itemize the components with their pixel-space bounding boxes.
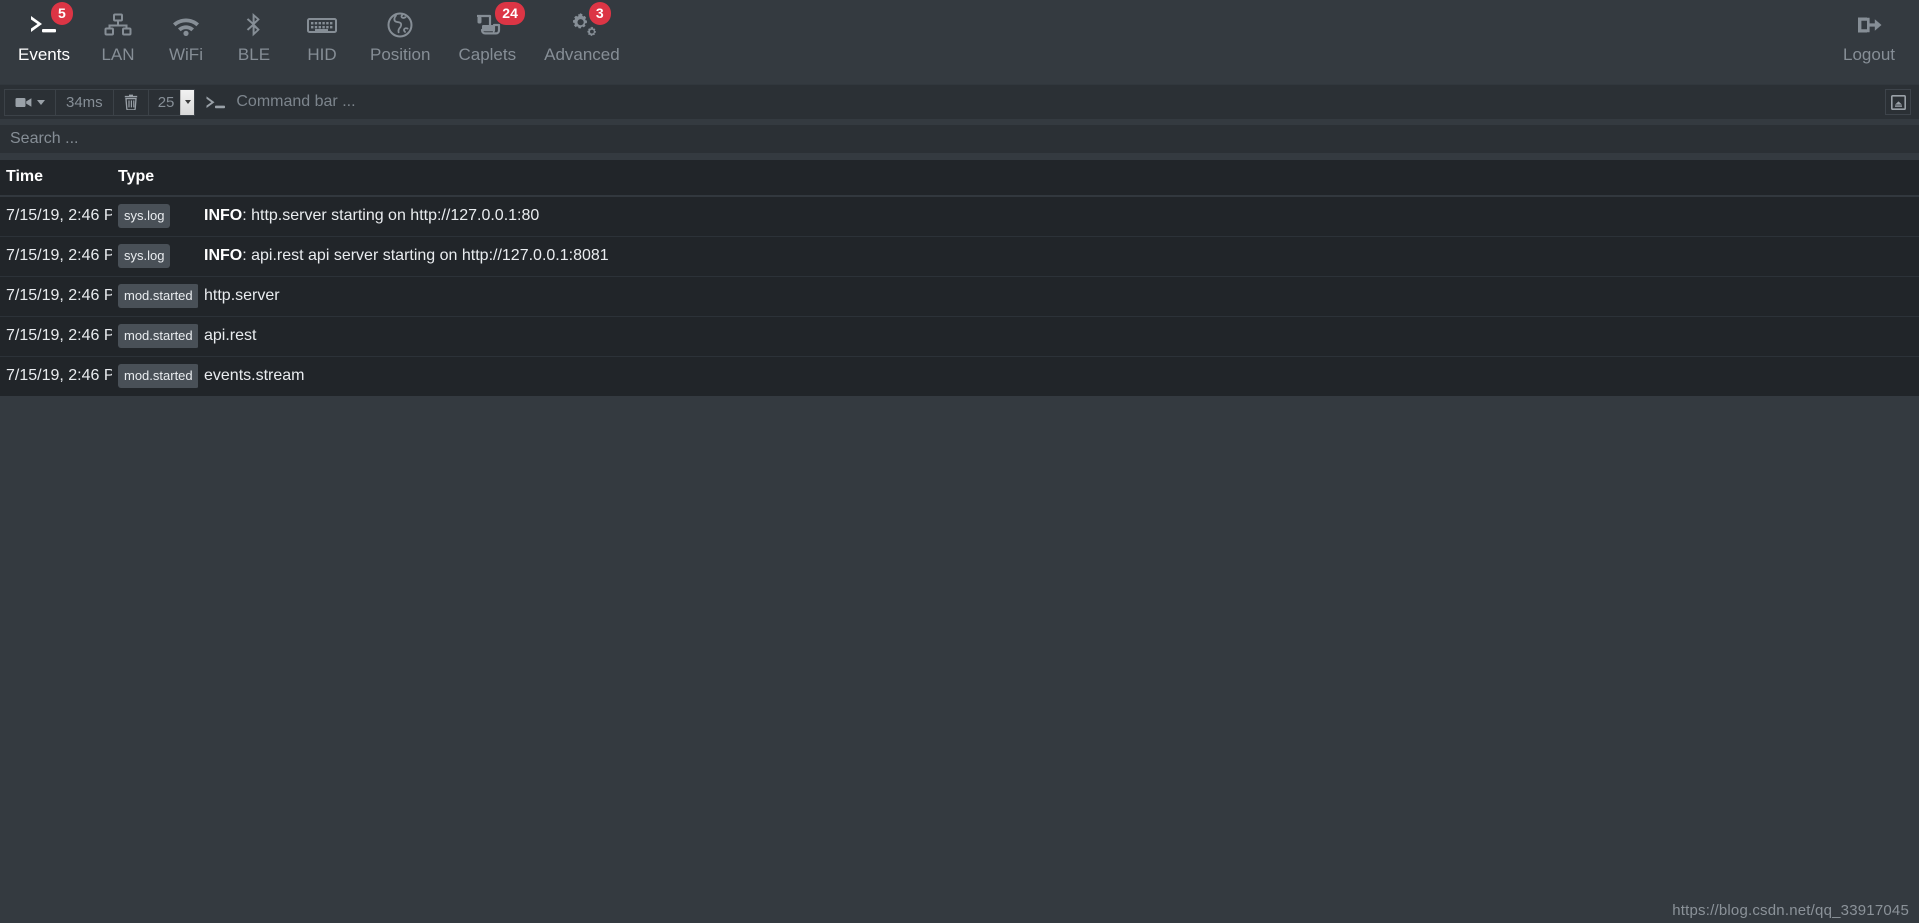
log-separator: : [242, 207, 252, 224]
nav-label-caplets: Caplets [458, 45, 517, 64]
table-row[interactable]: 7/15/19, 2:46 PM mod.started events.stre… [0, 356, 1919, 396]
terminal-prompt-icon: 5 [29, 2, 73, 42]
cell-type: sys.log [112, 195, 198, 237]
cell-description: INFO: http.server starting on http://127… [198, 195, 1919, 237]
rows-value: 25 [157, 93, 175, 111]
nav-item-hid[interactable]: HID [288, 0, 356, 66]
table-header-row: Time Type [0, 160, 1919, 197]
wifi-icon [171, 8, 201, 42]
command-bar-controls: 34ms 25 [4, 88, 236, 116]
log-message: events.stream [204, 367, 305, 384]
nav-item-advanced[interactable]: 3 Advanced [530, 0, 634, 66]
log-message: http.server starting on http://127.0.0.1… [251, 207, 540, 224]
log-separator: : [242, 247, 252, 264]
cell-time: 7/15/19, 2:46 PM [0, 236, 112, 277]
nav-item-caplets[interactable]: 24 Caplets [444, 0, 530, 66]
chevron-down-icon [37, 99, 45, 105]
cell-type: mod.started [112, 276, 198, 317]
main-navbar: 5 Events LAN WiFi BLE HID Position 24 Ca… [0, 0, 1919, 84]
toggle-panel-button[interactable] [1885, 89, 1911, 115]
command-bar: 34ms 25 [0, 84, 1919, 119]
logout-button[interactable]: Logout [1829, 0, 1901, 66]
nav-label-hid: HID [307, 45, 337, 64]
cell-description: INFO: api.rest api server starting on ht… [198, 236, 1919, 277]
nav-item-list: 5 Events LAN WiFi BLE HID Position 24 Ca… [4, 0, 634, 84]
network-nodes-icon [104, 8, 132, 42]
trash-icon [124, 94, 137, 110]
log-message: api.rest api server starting on http://1… [251, 247, 609, 264]
cell-time: 7/15/19, 2:46 PM [0, 316, 112, 357]
cell-description: api.rest [198, 316, 1919, 357]
bettercap-web-ui: 5 Events LAN WiFi BLE HID Position 24 Ca… [0, 0, 1919, 923]
search-input[interactable] [0, 125, 1919, 153]
gears-icon: 3 [567, 2, 611, 42]
video-camera-icon [15, 97, 32, 107]
table-row[interactable]: 7/15/19, 2:46 PM mod.started http.server [0, 276, 1919, 317]
log-message: api.rest [204, 327, 257, 344]
cell-time: 7/15/19, 2:46 PM [0, 276, 112, 317]
events-table: Time Type 7/15/19, 2:46 PM sys.log INFO:… [0, 160, 1919, 396]
cell-description: http.server [198, 276, 1919, 317]
bluetooth-icon [244, 8, 264, 42]
events-badge: 5 [50, 2, 73, 25]
window-panel-icon [1890, 94, 1906, 110]
nav-label-advanced: Advanced [544, 45, 620, 64]
cell-type: sys.log [112, 236, 198, 277]
type-badge: mod.started [118, 284, 198, 308]
keyboard-icon [306, 8, 337, 42]
type-badge: mod.started [118, 364, 198, 388]
sign-out-icon [1855, 8, 1883, 42]
type-badge: sys.log [118, 204, 171, 228]
events-table-container: Time Type 7/15/19, 2:46 PM sys.log INFO:… [0, 160, 1919, 923]
column-header-type[interactable]: Type [112, 160, 198, 197]
nav-item-ble[interactable]: BLE [220, 0, 288, 66]
cell-time: 7/15/19, 2:46 PM [0, 356, 112, 396]
nav-label-events: Events [18, 45, 70, 64]
table-row[interactable]: 7/15/19, 2:46 PM sys.log INFO: http.serv… [0, 195, 1919, 237]
rows-spinner[interactable] [180, 89, 195, 115]
command-prompt-icon [194, 89, 236, 116]
nav-item-lan[interactable]: LAN [84, 0, 152, 66]
logout-label: Logout [1843, 45, 1895, 64]
poll-interval-label[interactable]: 34ms [55, 88, 114, 116]
column-header-description[interactable] [198, 160, 1919, 197]
type-badge: mod.started [118, 324, 198, 348]
column-header-time[interactable]: Time [0, 160, 112, 197]
table-row[interactable]: 7/15/19, 2:46 PM mod.started api.rest [0, 316, 1919, 357]
log-level: INFO [204, 247, 243, 264]
nav-item-position[interactable]: Position [356, 0, 444, 66]
type-badge: sys.log [118, 244, 171, 268]
cell-type: mod.started [112, 316, 198, 357]
rows-number-input[interactable]: 25 [147, 88, 196, 116]
clear-events-button[interactable] [112, 88, 149, 116]
nav-item-events[interactable]: 5 Events [4, 0, 84, 66]
events-table-head: Time Type [0, 160, 1919, 197]
nav-item-wifi[interactable]: WiFi [152, 0, 220, 66]
caplets-badge: 24 [495, 2, 525, 25]
cell-time: 7/15/19, 2:46 PM [0, 195, 112, 237]
search-bar [0, 119, 1919, 160]
record-toggle-button[interactable] [4, 88, 56, 116]
command-bar-input[interactable] [236, 85, 1885, 119]
table-row[interactable]: 7/15/19, 2:46 PM sys.log INFO: api.rest … [0, 236, 1919, 277]
globe-icon [387, 8, 413, 42]
advanced-badge: 3 [588, 2, 611, 25]
nav-label-lan: LAN [101, 45, 135, 64]
log-level: INFO [204, 207, 243, 224]
log-message: http.server [204, 287, 280, 304]
scroll-script-icon: 24 [473, 2, 525, 42]
cell-type: mod.started [112, 356, 198, 396]
nav-label-wifi: WiFi [168, 45, 203, 64]
events-table-body: 7/15/19, 2:46 PM sys.log INFO: http.serv… [0, 195, 1919, 396]
nav-label-ble: BLE [237, 45, 271, 64]
nav-label-position: Position [369, 45, 431, 64]
cell-description: events.stream [198, 356, 1919, 396]
